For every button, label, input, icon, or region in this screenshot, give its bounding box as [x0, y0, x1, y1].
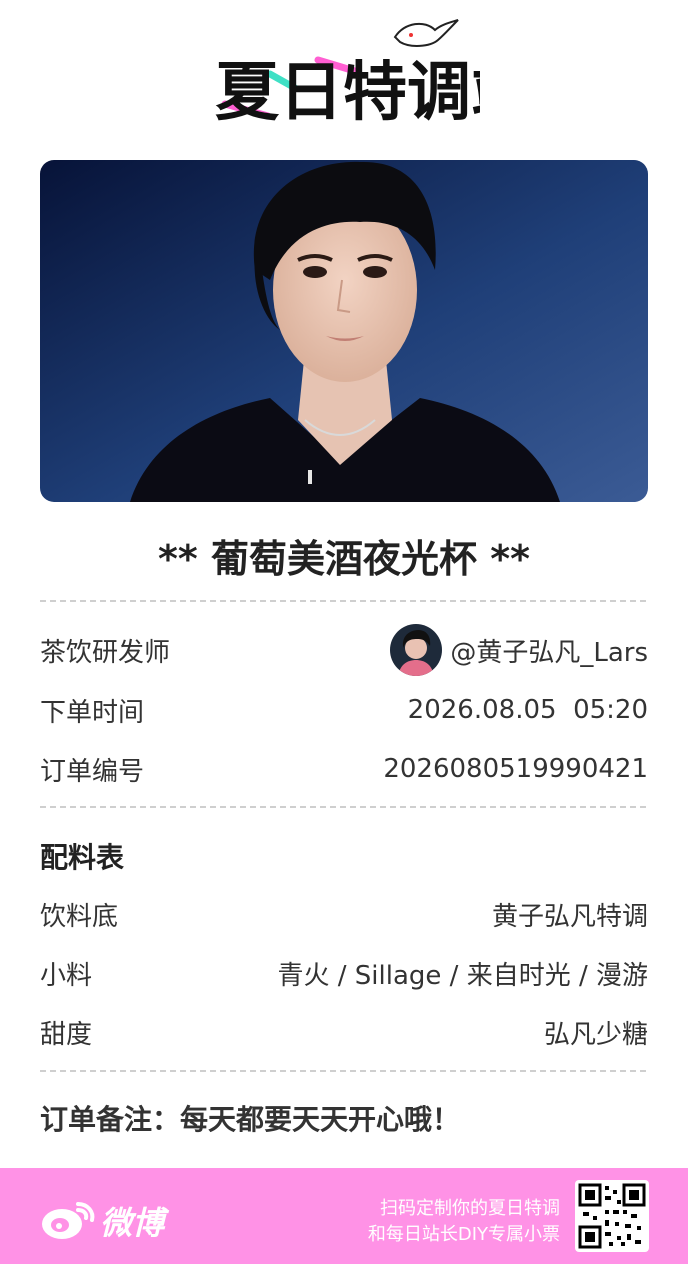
ingredients-heading: 配料表 — [40, 841, 125, 874]
developer-row: 茶饮研发师 @黄子弘凡_Lars — [40, 624, 648, 676]
sweetness-label: 甜度 — [40, 1019, 93, 1050]
developer-label: 茶饮研发师 — [40, 637, 171, 668]
weibo-logo[interactable]: 微博 — [38, 1190, 188, 1246]
scan-line-1: 扫码定制你的夏日特调 — [380, 1198, 560, 1219]
order-time-value: 2026.08.05 05:20 — [407, 695, 648, 725]
footer-banner: 微博 扫码定制你的夏日特调 和每日站长DIY专属小票 — [0, 1168, 688, 1264]
topping-value: 青火 / Sillage / 来自时光 / 漫游 — [277, 960, 648, 991]
topping-label: 小料 — [40, 960, 93, 991]
qr-code-icon[interactable] — [575, 1180, 649, 1252]
topping-row: 小料 青火 / Sillage / 来自时光 / 漫游 — [40, 951, 648, 995]
hero-photo — [40, 160, 648, 502]
base-label: 饮料底 — [40, 901, 119, 932]
developer-value-wrap[interactable]: @黄子弘凡_Lars — [390, 624, 648, 676]
sweetness-row: 甜度 弘凡少糖 — [40, 1010, 648, 1054]
sweetness-value: 弘凡少糖 — [543, 1019, 648, 1050]
divider — [40, 600, 646, 602]
order-time-row: 下单时间 2026.08.05 05:20 — [40, 688, 648, 732]
base-row: 饮料底 黄子弘凡特调 — [40, 892, 648, 936]
divider — [40, 806, 646, 808]
base-value: 黄子弘凡特调 — [491, 901, 648, 932]
avatar — [390, 624, 443, 676]
drink-title: ** 葡萄美酒夜光杯 ** — [158, 537, 530, 581]
scan-text: 扫码定制你的夏日特调 和每日站长DIY专属小票 — [368, 1196, 560, 1248]
header-logo-area: 夏日特调站 — [0, 0, 688, 150]
order-number-label: 订单编号 — [40, 756, 145, 787]
divider — [40, 1070, 646, 1072]
order-time-label: 下单时间 — [40, 697, 145, 728]
logo-text: 夏日特调站 — [215, 56, 480, 130]
order-number-row: 订单编号 2026080519990421 — [40, 747, 648, 791]
seagull-icon — [393, 19, 459, 47]
scan-line-2: 和每日站长DIY专属小票 — [367, 1224, 560, 1245]
weibo-text: 微博 — [100, 1204, 170, 1242]
order-number-value: 2026080519990421 — [383, 754, 648, 784]
order-note: 订单备注：每天都要天天开心哦！ — [40, 1103, 461, 1136]
weibo-icon: 微博 — [42, 1202, 170, 1242]
logo: 夏日特调站 — [215, 19, 480, 130]
developer-handle[interactable]: @黄子弘凡_Lars — [450, 632, 648, 669]
